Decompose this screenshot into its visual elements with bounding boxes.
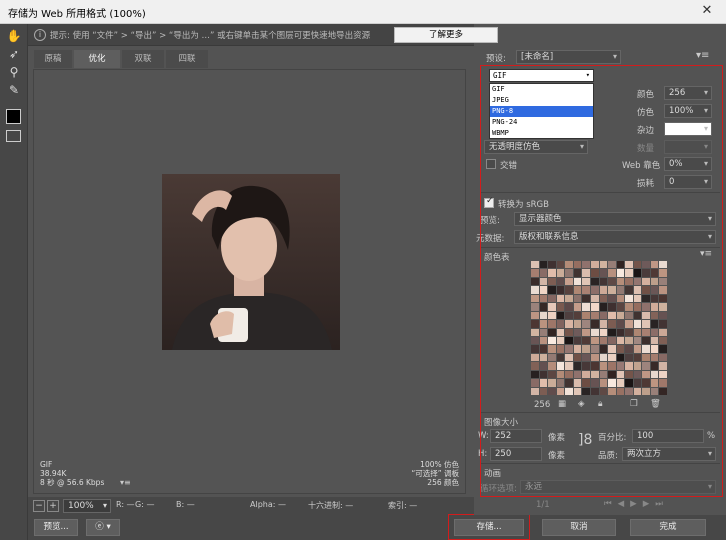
- preset-value: [未命名]: [521, 52, 554, 62]
- title-bar: 存储为 Web 所用格式 (100%) ✕: [0, 0, 726, 24]
- view-tabs: 原稿 优化 双联 四联: [34, 50, 466, 68]
- hand-tool-icon[interactable]: ✋: [5, 28, 23, 44]
- cancel-button[interactable]: 取消: [542, 519, 616, 536]
- color-info: 100% 仿色 “可选择” 调板 256 颜色: [411, 460, 459, 487]
- eyedropper-color-swatch[interactable]: [6, 109, 21, 124]
- download-rate-menu-icon[interactable]: ▾≡: [120, 478, 131, 487]
- format-readout: GIF: [40, 460, 53, 469]
- hint-bar: i 提示: 使用 “文件” > “导出” > “导出为 …” 或右键单击某个图层…: [28, 24, 498, 46]
- red-readout: R: —: [116, 500, 135, 509]
- preset-select[interactable]: [未命名] ▾: [516, 50, 621, 64]
- panel-menu-icon[interactable]: ▾≡: [696, 50, 709, 61]
- info-icon[interactable]: i: [34, 29, 46, 41]
- preset-label: 预设:: [486, 54, 506, 64]
- file-info: GIF 38.94K 8 秒 @ 56.6 Kbps: [40, 460, 104, 487]
- footer-bar: 预览... ⓔ ▾ 存储... 取消 完成: [28, 515, 726, 540]
- alpha-readout: Alpha: —: [250, 500, 286, 509]
- file-size-readout: 38.94K: [40, 469, 67, 478]
- zoom-out-button[interactable]: −: [33, 500, 45, 512]
- download-time-readout: 8 秒 @ 56.6 Kbps: [40, 478, 105, 487]
- preview-image: [162, 174, 340, 350]
- save-highlight: [448, 514, 530, 540]
- browser-preview-button[interactable]: ⓔ ▾: [86, 519, 120, 536]
- zoom-in-button[interactable]: +: [47, 500, 59, 512]
- tab-4-up[interactable]: 四联: [166, 50, 208, 68]
- chevron-down-icon: ▾: [102, 501, 107, 510]
- preview-canvas[interactable]: GIF 38.94K 8 秒 @ 56.6 Kbps ▾≡ 100% 仿色 “可…: [33, 69, 466, 494]
- tab-optimized[interactable]: 优化: [74, 50, 120, 68]
- tab-2-up[interactable]: 双联: [122, 50, 164, 68]
- slice-visibility-icon[interactable]: [6, 130, 21, 142]
- animation-controls-icon[interactable]: ⏮◀▶▶⏭: [604, 499, 669, 509]
- eyedropper-icon[interactable]: ✎: [5, 82, 23, 98]
- status-bar: − + 100% ▾ R: — G: — B: — Alpha: — 十六进制: …: [28, 497, 474, 515]
- tab-original[interactable]: 原稿: [34, 50, 72, 68]
- chevron-down-icon: ▾: [612, 52, 617, 61]
- preview-button[interactable]: 预览...: [34, 519, 78, 536]
- colors-readout: 256 颜色: [427, 478, 459, 487]
- blue-readout: B: —: [176, 500, 195, 509]
- learn-more-button[interactable]: 了解更多: [394, 27, 498, 43]
- browser-icon: ⓔ ▾: [95, 522, 111, 532]
- green-readout: G: —: [135, 500, 155, 509]
- slice-select-icon[interactable]: ➶: [5, 46, 23, 62]
- hint-text: 提示: 使用 “文件” > “导出” > “导出为 …” 或右键单击某个图层可更…: [50, 31, 371, 41]
- window-title: 存储为 Web 所用格式 (100%): [8, 9, 146, 20]
- frame-counter: 1/1: [536, 500, 550, 510]
- tool-bar: ✋ ➶ ⚲ ✎: [0, 24, 28, 540]
- palette-readout: “可选择” 调板: [411, 469, 459, 478]
- close-icon[interactable]: ✕: [694, 2, 720, 20]
- index-readout: 索引: —: [388, 501, 418, 510]
- zoom-value: 100%: [68, 501, 94, 511]
- dither-readout: 100% 仿色: [420, 460, 459, 469]
- zoom-select[interactable]: 100% ▾: [63, 499, 111, 513]
- done-button[interactable]: 完成: [630, 519, 706, 536]
- zoom-tool-icon[interactable]: ⚲: [5, 64, 23, 80]
- settings-highlight: [480, 65, 723, 497]
- hex-readout: 十六进制: —: [308, 501, 354, 510]
